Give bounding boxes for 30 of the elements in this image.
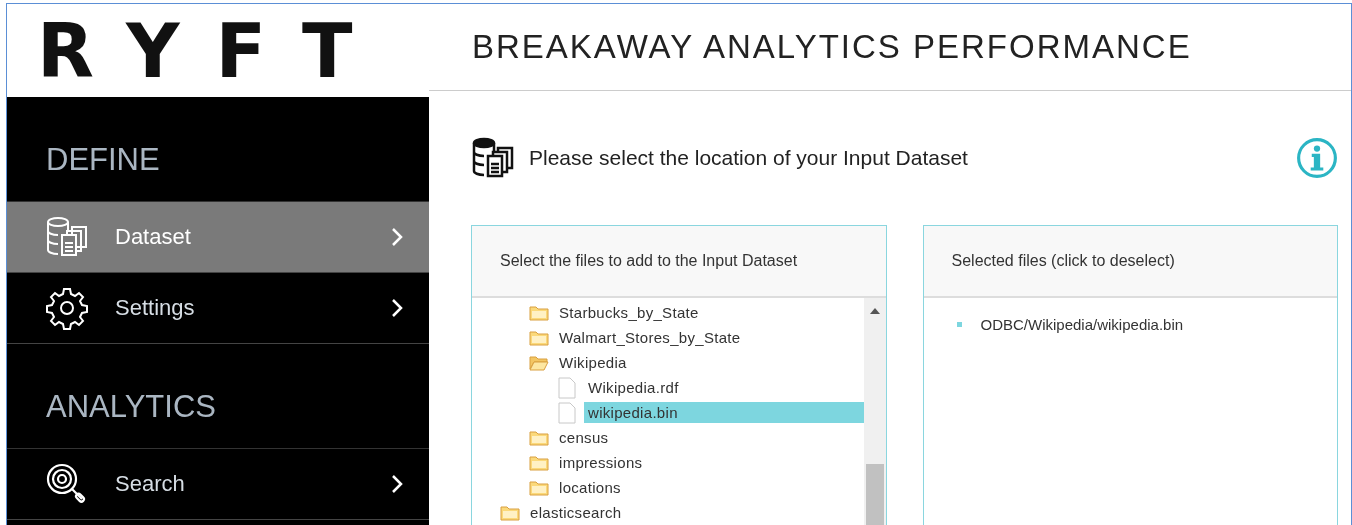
chevron-right-icon	[391, 227, 403, 247]
logo: RYFT	[37, 13, 389, 88]
bullet-icon	[956, 322, 962, 327]
folder-name[interactable]: Wikipedia	[559, 354, 627, 371]
file-name[interactable]: Wikipedia.rdf	[584, 377, 864, 398]
panel-title: Selected files (click to deselect)	[951, 252, 1175, 270]
file-icon	[558, 401, 576, 424]
page-title: BREAKAWAY ANALYTICS PERFORMANCE	[472, 28, 1192, 66]
folder-name[interactable]: elasticsearch	[530, 504, 622, 521]
file-icon	[558, 376, 576, 399]
sidebar-item[interactable]: Search	[7, 449, 429, 520]
folder-name[interactable]: locations	[559, 479, 621, 496]
database-icon	[45, 215, 89, 259]
chevron-right-icon	[391, 298, 403, 318]
folder-name[interactable]: Starbucks_by_State	[559, 304, 699, 321]
sidebar-item[interactable]: Dataset	[7, 202, 429, 273]
file-name[interactable]: wikipedia.bin	[584, 402, 864, 423]
folder-name[interactable]: impressions	[559, 454, 643, 471]
chevron-right-icon	[391, 474, 403, 494]
folder-name[interactable]: census	[559, 429, 609, 446]
info-icon[interactable]	[1296, 137, 1338, 179]
scrollbar[interactable]	[863, 298, 886, 525]
scroll-thumb[interactable]	[865, 464, 884, 525]
folder-name[interactable]: Walmart_Stores_by_State	[559, 329, 741, 346]
scroll-up-icon[interactable]	[869, 308, 880, 314]
settings-icon	[45, 286, 89, 330]
panel-title: Select the files to add to the Input Dataset	[500, 252, 798, 270]
prompt-text: Please select the location of your Input Dataset	[529, 146, 969, 170]
selected-file[interactable]: ODBC/Wikipedia/wikipedia.bin	[980, 316, 1184, 333]
sidebar-item[interactable]: Settings	[7, 273, 429, 344]
